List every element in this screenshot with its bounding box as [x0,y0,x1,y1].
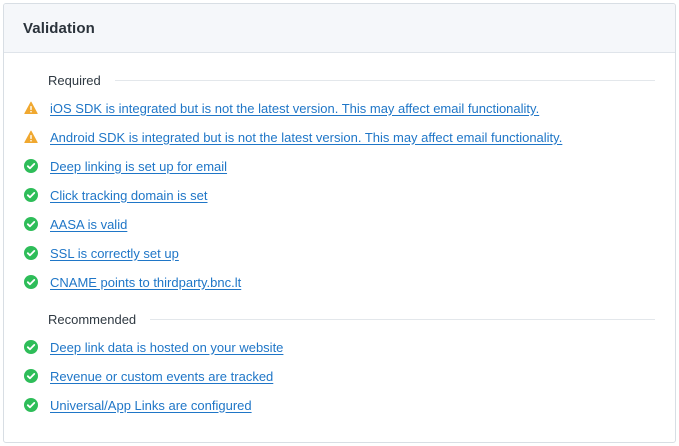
validation-link-android-sdk[interactable]: Android SDK is integrated but is not the… [50,130,562,145]
validation-item-aasa: AASA is valid [24,215,127,233]
validation-item-universal-links: Universal/App Links are configured [24,396,252,414]
validation-item-ssl: SSL is correctly set up [24,244,179,262]
validation-link-universal-links[interactable]: Universal/App Links are configured [50,398,252,413]
validation-link-cname[interactable]: CNAME points to thirdparty.bnc.lt [50,275,241,290]
section-label-recommended: Recommended [48,312,137,327]
check-circle-icon [24,369,38,383]
check-circle-icon [24,275,38,289]
section-divider [114,80,655,81]
validation-item-android-sdk: Android SDK is integrated but is not the… [24,128,562,146]
validation-item-cname: CNAME points to thirdparty.bnc.lt [24,273,241,291]
validation-item-deep-linking: Deep linking is set up for email [24,157,227,175]
validation-item-deep-link-data: Deep link data is hosted on your website [24,338,283,356]
warning-icon [24,101,38,115]
panel-title: Validation [23,19,95,37]
section-label-required: Required [48,73,101,88]
panel-header: Validation [4,4,675,53]
validation-link-ios-sdk[interactable]: iOS SDK is integrated but is not the lat… [50,101,539,116]
validation-link-deep-linking[interactable]: Deep linking is set up for email [50,159,227,174]
validation-panel: Validation Required iOS SDK is integrate… [3,3,676,443]
validation-link-events[interactable]: Revenue or custom events are tracked [50,369,273,384]
section-divider [150,319,655,320]
check-circle-icon [24,398,38,412]
section-required-header: Required [48,73,655,88]
warning-icon [24,130,38,144]
section-recommended-header: Recommended [48,312,655,327]
check-circle-icon [24,188,38,202]
validation-link-aasa[interactable]: AASA is valid [50,217,127,232]
check-circle-icon [24,159,38,173]
check-circle-icon [24,340,38,354]
validation-link-deep-link-data[interactable]: Deep link data is hosted on your website [50,340,283,355]
check-circle-icon [24,217,38,231]
validation-item-events: Revenue or custom events are tracked [24,367,273,385]
validation-item-ios-sdk: iOS SDK is integrated but is not the lat… [24,99,539,117]
validation-link-ssl[interactable]: SSL is correctly set up [50,246,179,261]
check-circle-icon [24,246,38,260]
validation-item-click-tracking: Click tracking domain is set [24,186,208,204]
validation-link-click-tracking[interactable]: Click tracking domain is set [50,188,208,203]
